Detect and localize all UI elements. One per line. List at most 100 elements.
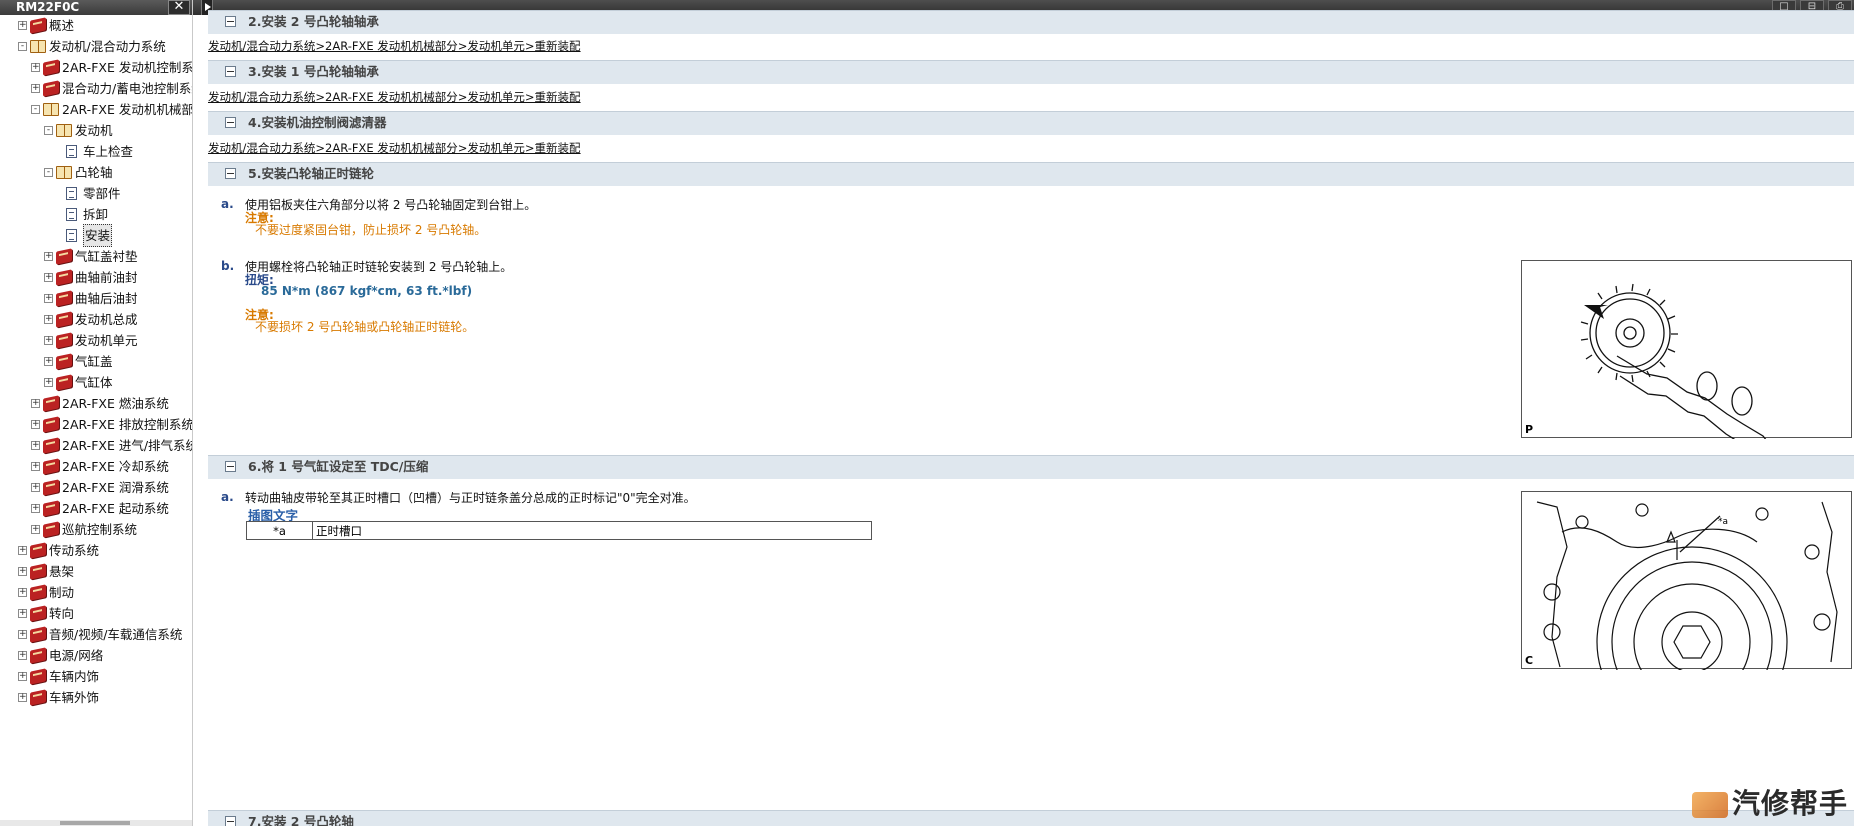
expand-icon[interactable]: +	[18, 609, 27, 618]
expand-icon[interactable]: +	[18, 693, 27, 702]
collapse-icon[interactable]: -	[18, 42, 27, 51]
collapse-icon[interactable]	[225, 816, 236, 826]
tree-item-label: 发动机	[75, 123, 113, 138]
expand-icon[interactable]: +	[31, 420, 40, 429]
tree-item[interactable]: + 巡航控制系统	[31, 519, 137, 540]
tree-item[interactable]: +2AR-FXE 冷却系统	[31, 456, 169, 477]
tree-item-label: 凸轮轴	[75, 165, 113, 180]
section-header[interactable]: 6.将 1 号气缸设定至 TDC/压缩	[208, 455, 1854, 479]
expand-icon[interactable]: +	[18, 630, 27, 639]
tree-item-label: 2AR-FXE 发动机机械部分	[62, 102, 192, 117]
expand-icon[interactable]: +	[44, 378, 53, 387]
book-icon	[30, 647, 46, 664]
tree-item[interactable]: + 曲轴后油封	[44, 288, 138, 309]
close-icon[interactable]: ✕	[168, 0, 190, 15]
tree-item-label: 混合动力/蓄电池控制系统	[62, 81, 192, 96]
tree-item[interactable]: +2AR-FXE 进气/排气系统	[31, 435, 192, 456]
section-header[interactable]: 5.安装凸轮轴正时链轮	[208, 162, 1854, 186]
tree-item[interactable]: +2AR-FXE 润滑系统	[31, 477, 169, 498]
expand-icon[interactable]: +	[18, 21, 27, 30]
tree-item[interactable]: + 转向	[18, 603, 74, 624]
horizontal-scrollbar[interactable]	[0, 820, 192, 826]
expand-icon[interactable]: +	[31, 399, 40, 408]
section-header[interactable]: 2.安装 2 号凸轮轴轴承	[208, 10, 1854, 34]
collapse-icon[interactable]	[225, 117, 236, 128]
tree-item[interactable]: 零部件	[56, 183, 121, 204]
collapse-icon[interactable]	[225, 66, 236, 77]
tree-item[interactable]: + 音频/视频/车载通信系统	[18, 624, 182, 645]
book-icon	[43, 416, 59, 433]
tree-item-label: 2AR-FXE 进气/排气系统	[62, 438, 192, 453]
expand-icon[interactable]: +	[44, 294, 53, 303]
camshaft-sprocket-illustration: P	[1521, 260, 1852, 455]
expand-icon[interactable]: +	[31, 504, 40, 513]
collapse-icon[interactable]: -	[44, 168, 53, 177]
expand-icon[interactable]: +	[31, 63, 40, 72]
panel-header: RM22F0C ✕	[0, 0, 192, 15]
tree-item[interactable]: + 制动	[18, 582, 74, 603]
expand-icon[interactable]: +	[18, 546, 27, 555]
tree-item[interactable]: + 概述	[18, 15, 74, 36]
tree-item[interactable]: + 曲轴前油封	[44, 267, 138, 288]
expand-icon[interactable]: +	[31, 525, 40, 534]
tree-item[interactable]: + 悬架	[18, 561, 74, 582]
expand-icon[interactable]: +	[44, 336, 53, 345]
expand-icon[interactable]: +	[31, 441, 40, 450]
tree-item[interactable]: 安装	[56, 224, 113, 247]
expand-icon[interactable]: +	[31, 84, 40, 93]
tree-item-label: 发动机总成	[75, 312, 138, 327]
tree-item-label: 音频/视频/车载通信系统	[49, 627, 183, 642]
tree-item[interactable]: + 气缸盖	[44, 351, 113, 372]
book-icon	[43, 500, 59, 517]
tree-item-label: 2AR-FXE 冷却系统	[62, 459, 169, 474]
tree-item[interactable]: + 电源/网络	[18, 645, 103, 666]
watermark: 汽修帮手	[1691, 782, 1848, 822]
section-title: 6.将 1 号气缸设定至 TDC/压缩	[248, 459, 429, 474]
tree-item[interactable]: +2AR-FXE 起动系统	[31, 498, 169, 519]
document-icon	[66, 229, 77, 242]
expand-icon[interactable]: +	[31, 483, 40, 492]
tree-item-label: 安装	[83, 224, 113, 247]
tree-item[interactable]: +2AR-FXE 排放控制系统	[31, 414, 192, 435]
expand-icon[interactable]: +	[44, 252, 53, 261]
expand-icon[interactable]: +	[44, 357, 53, 366]
expand-icon[interactable]: +	[18, 588, 27, 597]
collapse-icon[interactable]: -	[44, 126, 53, 135]
expand-icon[interactable]: +	[18, 567, 27, 576]
tree-item[interactable]: 拆卸	[56, 204, 108, 225]
expand-icon[interactable]: +	[44, 273, 53, 282]
tree-item[interactable]: +2AR-FXE 发动机控制系统	[31, 57, 192, 78]
expand-icon[interactable]: +	[18, 672, 27, 681]
tree-item[interactable]: - 2AR-FXE 发动机机械部分	[31, 99, 192, 120]
tree-item[interactable]: + 车辆内饰	[18, 666, 99, 687]
tree-item[interactable]: + 混合动力/蓄电池控制系统	[31, 78, 192, 99]
expand-icon[interactable]: +	[31, 462, 40, 471]
tree-item[interactable]: - 发动机/混合动力系统	[18, 36, 166, 57]
tree-item[interactable]: 车上检查	[56, 141, 133, 162]
expand-icon[interactable]: +	[44, 315, 53, 324]
expand-icon[interactable]: +	[18, 651, 27, 660]
tree-item-label: 制动	[49, 585, 75, 600]
section-header[interactable]: 4.安装机油控制阀滤清器	[208, 111, 1854, 135]
callout-key: *a	[246, 521, 313, 540]
collapse-icon[interactable]	[225, 168, 236, 179]
document-body: 2.安装 2 号凸轮轴轴承 发动机/混合动力系统>2AR-FXE 发动机机械部分…	[193, 10, 1854, 826]
tree-item[interactable]: +2AR-FXE 燃油系统	[31, 393, 169, 414]
tree-item[interactable]: + 发动机单元	[44, 330, 138, 351]
collapse-icon[interactable]: -	[31, 105, 40, 114]
scrollbar-thumb[interactable]	[60, 821, 130, 825]
tree-item[interactable]: - 凸轮轴	[44, 162, 113, 183]
section-header[interactable]: 3.安装 1 号凸轮轴轴承	[208, 60, 1854, 84]
tree-item[interactable]: - 发动机	[44, 120, 113, 141]
tree-item[interactable]: + 气缸体	[44, 372, 113, 393]
tree-item[interactable]: + 发动机总成	[44, 309, 138, 330]
tree-item[interactable]: + 车辆外饰	[18, 687, 99, 708]
tree-item[interactable]: + 气缸盖衬垫	[44, 246, 138, 267]
tree-item[interactable]: + 传动系统	[18, 540, 99, 561]
collapse-icon[interactable]	[225, 16, 236, 27]
breadcrumb-link[interactable]: 发动机/混合动力系统>2AR-FXE 发动机机械部分>发动机单元>重新装配	[208, 38, 581, 54]
breadcrumb-link[interactable]: 发动机/混合动力系统>2AR-FXE 发动机机械部分>发动机单元>重新装配	[208, 140, 581, 156]
section-header[interactable]: 7.安装 2 号凸轮轴	[208, 810, 1854, 826]
breadcrumb-link[interactable]: 发动机/混合动力系统>2AR-FXE 发动机机械部分>发动机单元>重新装配	[208, 89, 581, 105]
collapse-icon[interactable]	[225, 461, 236, 472]
